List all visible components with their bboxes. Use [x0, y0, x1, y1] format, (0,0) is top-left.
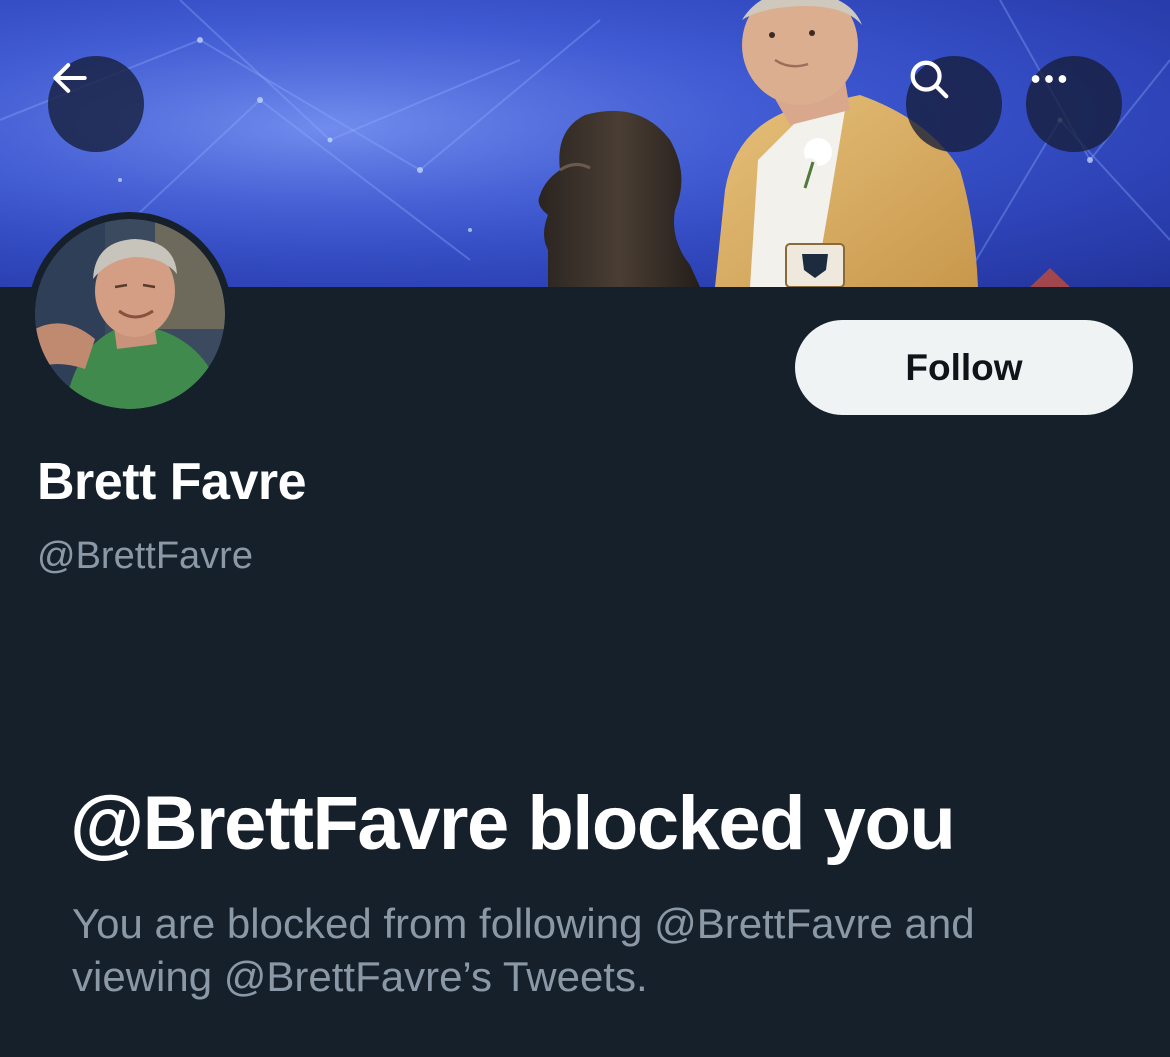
more-options-button[interactable]	[1026, 56, 1122, 152]
profile-page: Follow Brett Favre @BrettFavre @BrettFav…	[0, 0, 1170, 1057]
blocked-title: @BrettFavre blocked you	[70, 781, 956, 866]
search-icon	[910, 60, 949, 99]
avatar[interactable]	[28, 212, 232, 416]
display-name: Brett Favre	[37, 453, 307, 511]
user-handle: @BrettFavre	[37, 535, 253, 577]
more-horizontal-icon	[1031, 75, 1067, 83]
avatar-photo	[35, 219, 225, 409]
search-button[interactable]	[906, 56, 1002, 152]
follow-button[interactable]: Follow	[795, 320, 1133, 415]
blocked-description: You are blocked from following @BrettFav…	[72, 900, 975, 1000]
back-button[interactable]	[48, 56, 144, 152]
arrow-left-icon	[53, 63, 87, 93]
